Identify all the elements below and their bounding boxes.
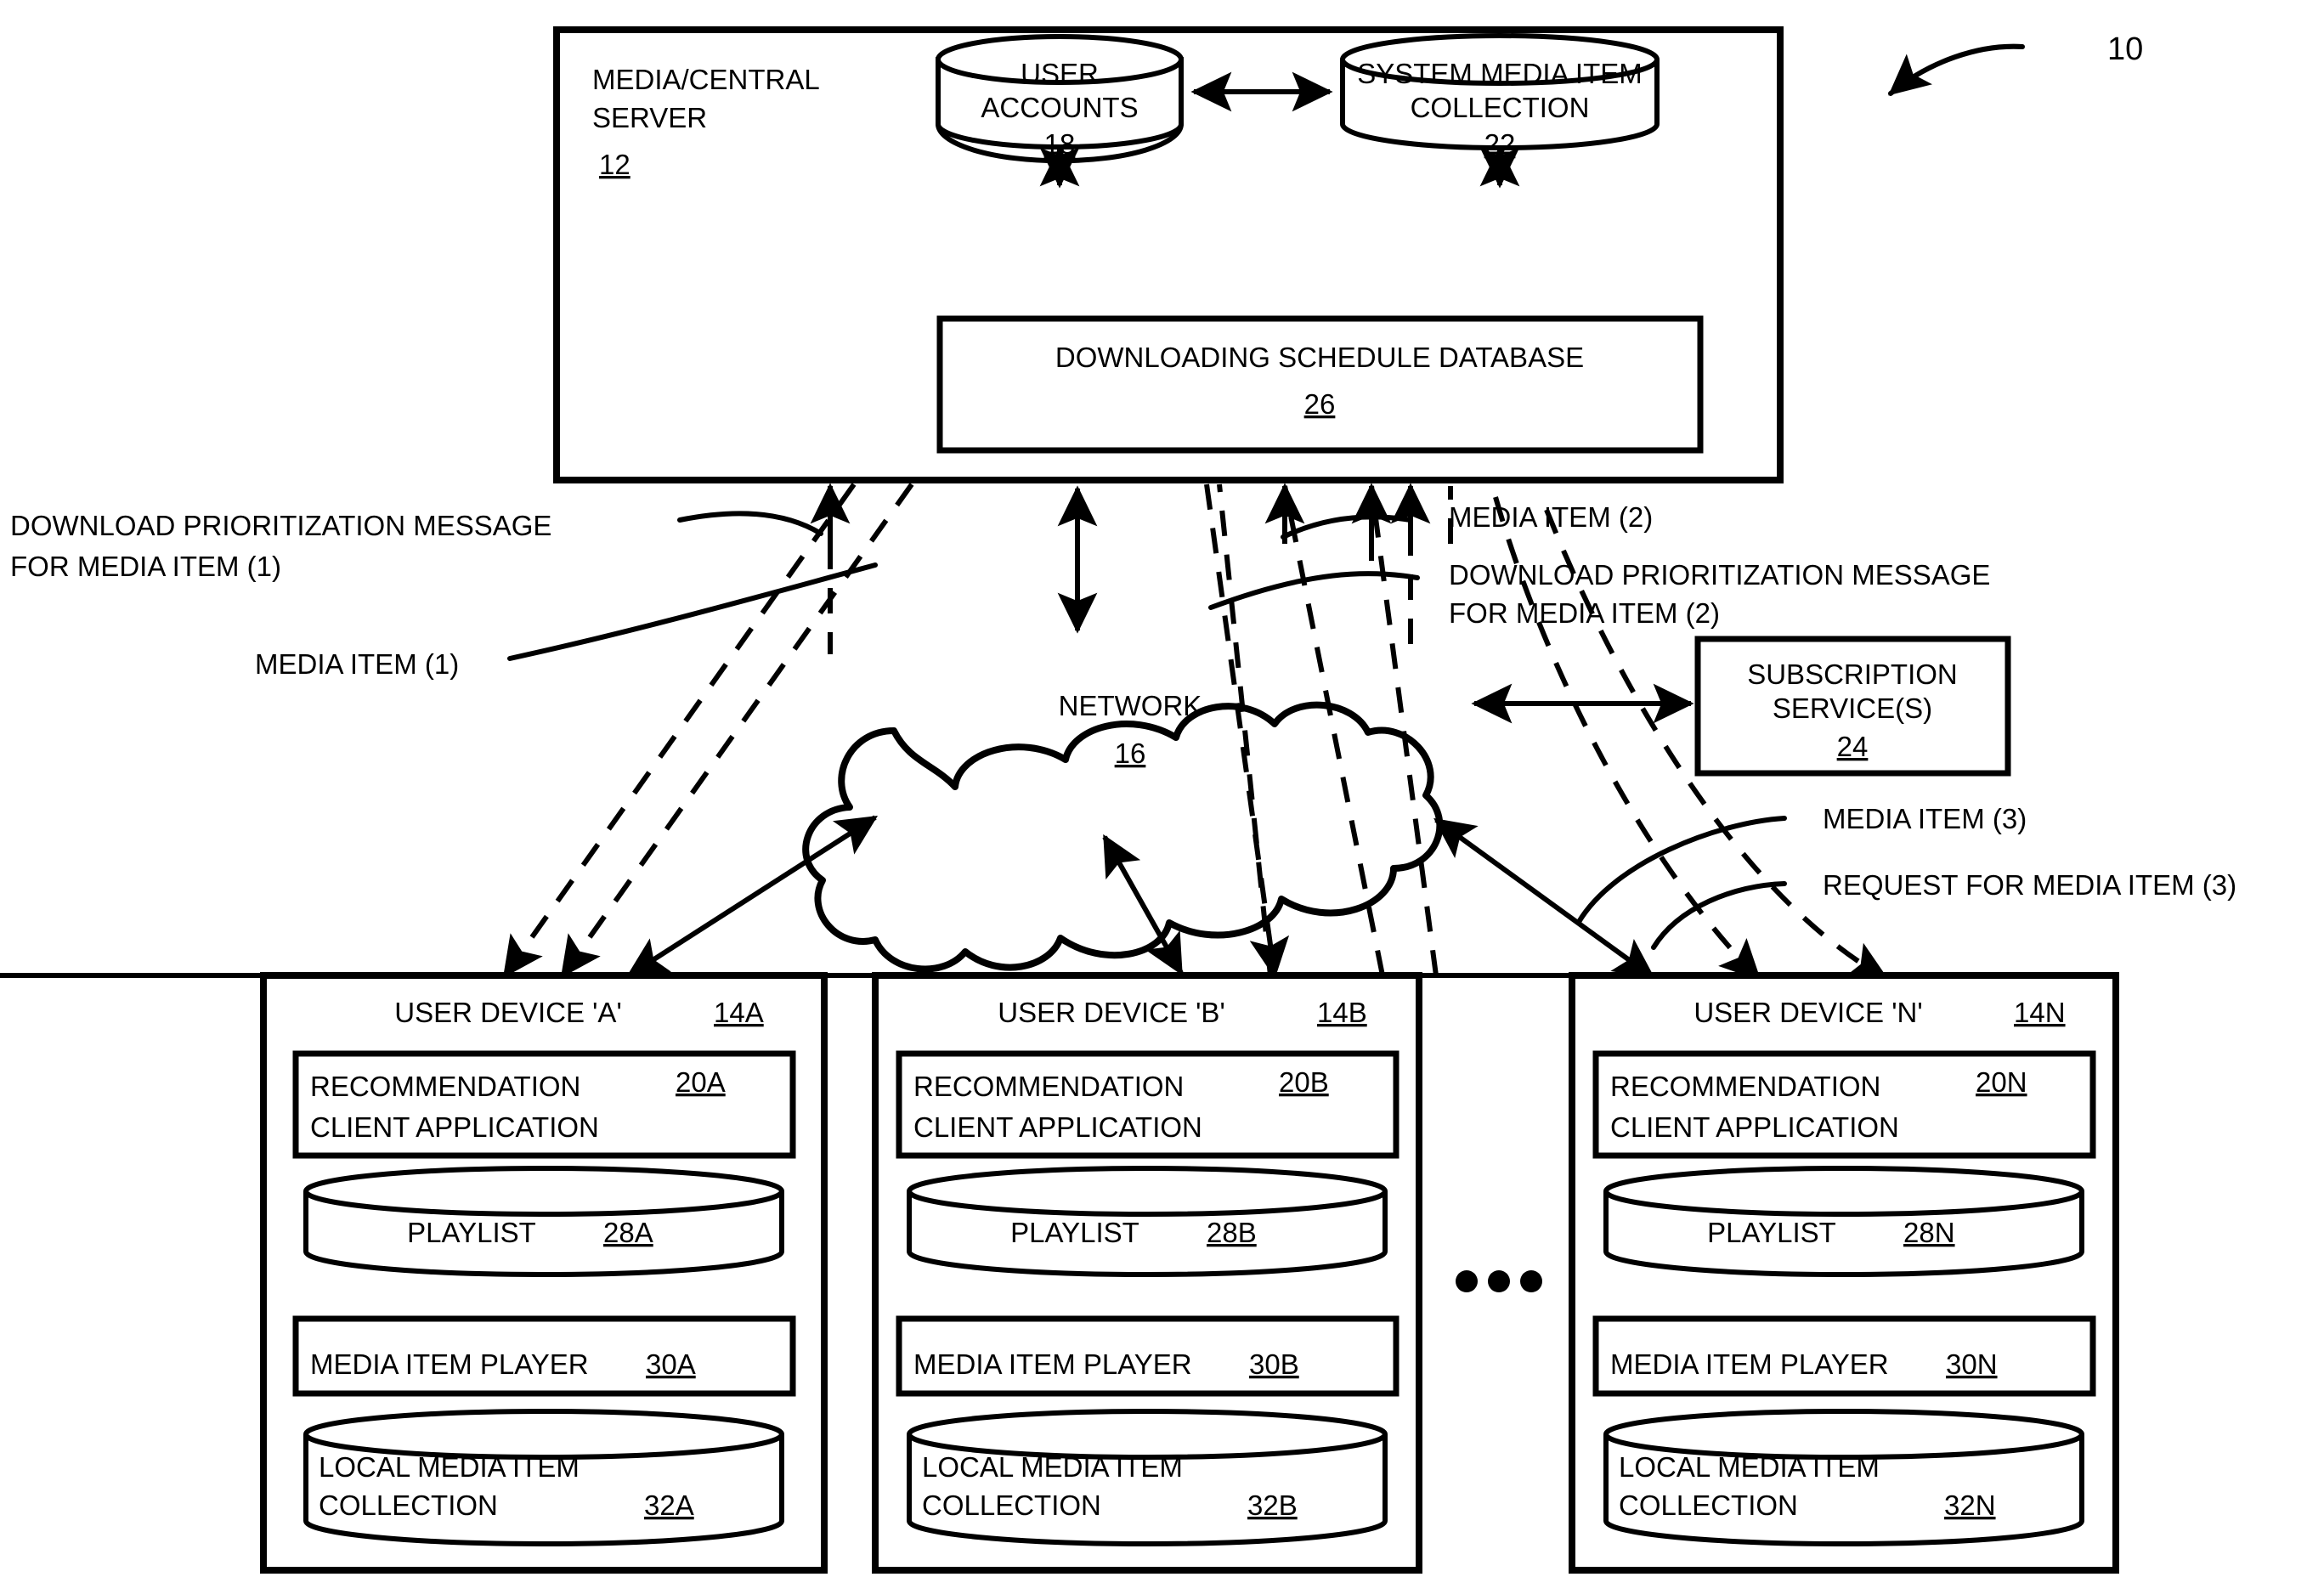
user-accounts-ref: 18 [1044,128,1076,160]
devices-ellipsis [1456,1270,1542,1292]
device-a-rec-app-ref: 20A [676,1066,726,1098]
annotation-dl-prio-1-line2: FOR MEDIA ITEM (1) [10,551,281,582]
device-b-playlist-ref: 28B [1207,1217,1257,1248]
device-n-player-ref: 30N [1946,1348,1998,1380]
system-media-ref: 22 [1484,128,1516,160]
device-a-local-line2: COLLECTION [319,1489,498,1521]
device-b-player-ref: 30B [1249,1348,1299,1380]
device-b-rec-app-ref: 20B [1279,1066,1329,1098]
system-architecture-diagram: MEDIA/CENTRAL SERVER 12 USER ACCOUNTS 18… [0,26,2236,1574]
flow-media-item-1 [502,483,857,978]
device-n-rec-app-line1: RECOMMENDATION [1610,1071,1880,1102]
device-b-rec-app-line2: CLIENT APPLICATION [913,1111,1202,1143]
device-a-playlist-label: PLAYLIST [407,1217,536,1248]
device-a-local-ref: 32A [644,1489,694,1521]
server-ref: 12 [599,149,630,180]
system-media-label-line2: COLLECTION [1411,92,1590,123]
downloading-schedule-database-box [936,315,1704,454]
subscription-ref: 24 [1837,731,1869,762]
device-b-player-label: MEDIA ITEM PLAYER [913,1348,1192,1380]
leader-media-item-2 [1281,514,1413,540]
device-b-local-line2: COLLECTION [922,1489,1101,1521]
leader-figure-ref [1888,43,2025,96]
device-n-playlist-ref: 28N [1903,1217,1955,1248]
device-a-title: USER DEVICE 'A' [394,997,622,1028]
device-n-network-arrow [1433,817,1655,980]
device-b-rec-app-line1: RECOMMENDATION [913,1071,1184,1102]
network-label: NETWORK [1059,690,1202,721]
device-n-local-line1: LOCAL MEDIA ITEM [1619,1451,1880,1483]
device-n-player-label: MEDIA ITEM PLAYER [1610,1348,1889,1380]
device-b-playlist-label: PLAYLIST [1010,1217,1139,1248]
annotation-media-item-2: MEDIA ITEM (2) [1449,501,1653,533]
patent-figure-canvas: MEDIA/CENTRAL SERVER 12 USER ACCOUNTS 18… [0,0,2324,1594]
network-ref: 16 [1115,738,1146,769]
subscription-label-line2: SERVICE(S) [1773,692,1932,724]
device-a-playlist-ref: 28A [603,1217,653,1248]
device-b-ref: 14B [1317,997,1367,1028]
device-b-title: USER DEVICE 'B' [998,997,1225,1028]
leader-dl-prio-1 [677,511,823,536]
device-n-title: USER DEVICE 'N' [1694,997,1922,1028]
device-a-local-line1: LOCAL MEDIA ITEM [319,1451,580,1483]
server-title-line1: MEDIA/CENTRAL [592,64,820,95]
device-a-rec-app-line2: CLIENT APPLICATION [310,1111,599,1143]
device-b-local-line1: LOCAL MEDIA ITEM [922,1451,1183,1483]
user-accounts-label-line1: USER [1021,58,1099,89]
figure-ref-number: 10 [2107,31,2143,67]
leader-media-item-3 [1576,816,1787,924]
annotation-media-item-1: MEDIA ITEM (1) [255,648,459,680]
user-accounts-label-line2: ACCOUNTS [981,92,1138,123]
device-a-ref: 14A [714,997,764,1028]
device-n-local-line2: COLLECTION [1619,1489,1798,1521]
device-n-local-ref: 32N [1944,1489,1996,1521]
device-b-local-ref: 32B [1247,1489,1298,1521]
annotation-dl-prio-1-line1: DOWNLOAD PRIORITIZATION MESSAGE [10,510,551,541]
device-a-player-ref: 30A [646,1348,696,1380]
device-n-rec-app-ref: 20N [1976,1066,2027,1098]
device-n-ref: 14N [2014,997,2066,1028]
annotation-request-media-item-3: REQUEST FOR MEDIA ITEM (3) [1823,869,2236,901]
device-a-rec-app-line1: RECOMMENDATION [310,1071,580,1102]
annotation-dl-prio-2-line2: FOR MEDIA ITEM (2) [1449,597,1720,629]
device-a-player-label: MEDIA ITEM PLAYER [310,1348,589,1380]
subscription-label-line1: SUBSCRIPTION [1747,659,1958,690]
annotation-dl-prio-2-line1: DOWNLOAD PRIORITIZATION MESSAGE [1449,559,1990,591]
device-n-playlist-label: PLAYLIST [1707,1217,1836,1248]
schedule-db-ref: 26 [1304,388,1336,420]
server-title-line2: SERVER [592,102,707,133]
schedule-db-label: DOWNLOADING SCHEDULE DATABASE [1055,342,1584,373]
system-media-label-line1: SYSTEM MEDIA ITEM [1357,58,1643,89]
annotation-media-item-3: MEDIA ITEM (3) [1823,803,2027,834]
device-n-rec-app-line2: CLIENT APPLICATION [1610,1111,1899,1143]
